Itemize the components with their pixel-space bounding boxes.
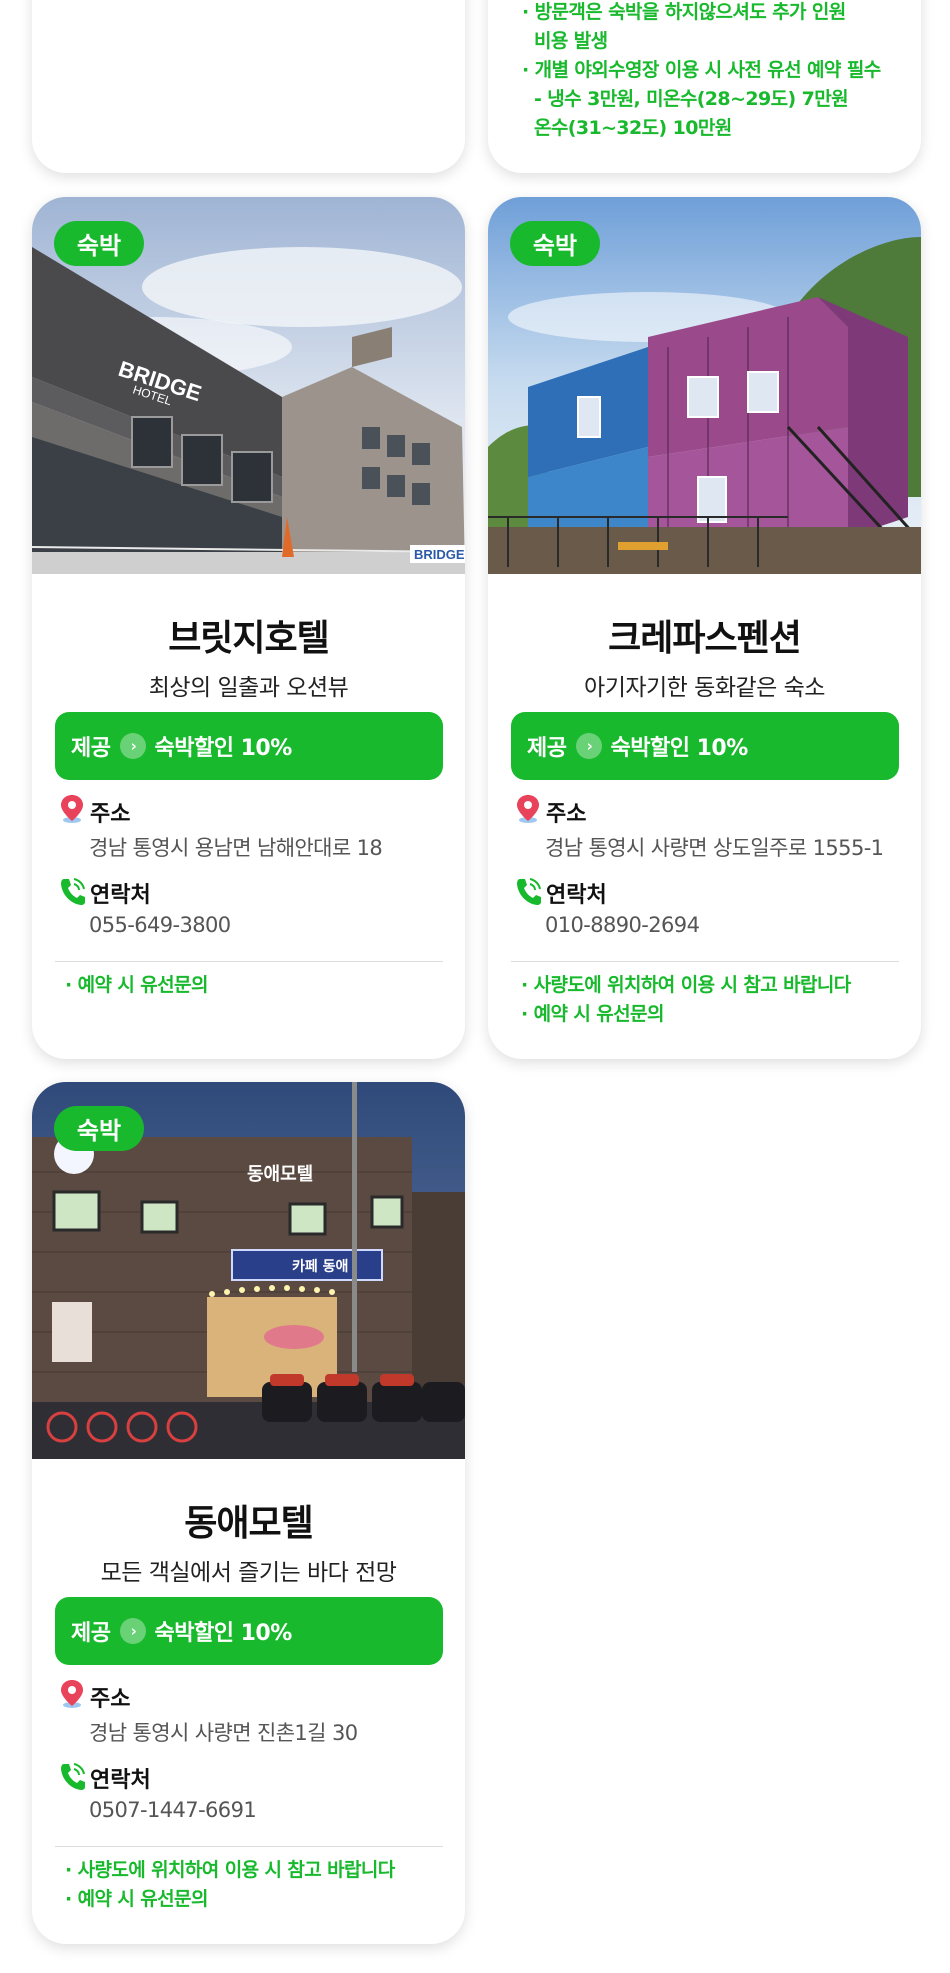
- accommodation-name: 동애모텔: [184, 1503, 313, 1544]
- note-line: · 사량도에 위치하여 이용 시 참고 바랍니다: [65, 1859, 395, 1881]
- card-notes: · 예약 시 유선문의: [65, 971, 208, 1000]
- chevron-right-icon: ›: [120, 733, 147, 759]
- phone-icon: [517, 878, 541, 905]
- contact-label: 연락처: [90, 883, 151, 908]
- address-value: 경남 통영시 용남면 남해안대로 18: [89, 836, 383, 860]
- note-line: - 냉수 3만원, 미온수(28~29도) 7만원: [534, 88, 849, 110]
- category-badge: 숙박: [510, 221, 600, 266]
- accommodation-tagline: 아기자기한 동화같은 숙소: [584, 675, 825, 701]
- svg-text:BRIDGE: BRIDGE: [414, 547, 465, 562]
- offer-banner[interactable]: 제공 › 숙박할인 10%: [511, 712, 899, 780]
- address-value: 경남 통영시 사량면 상도일주로 1555-1: [545, 836, 884, 860]
- offer-banner[interactable]: 제공 › 숙박할인 10%: [55, 1597, 443, 1665]
- phone-icon: [61, 878, 85, 905]
- accommodation-card-crepas-pension[interactable]: 숙박 크레파스펜션 아기자기한 동화같은 숙소 제공 › 숙박할인 10% 주소…: [488, 197, 921, 1059]
- note-line: · 예약 시 유선문의: [521, 1003, 664, 1025]
- address-label: 주소: [90, 802, 131, 827]
- address-value: 경남 통영시 사량면 진촌1길 30: [89, 1721, 358, 1745]
- chevron-right-icon: ›: [120, 1618, 147, 1644]
- note-line: 온수(31~32도) 10만원: [534, 117, 732, 139]
- offer-text: 숙박할인 10%: [610, 736, 748, 761]
- category-badge: 숙박: [54, 1106, 144, 1151]
- location-pin-icon: [61, 795, 83, 823]
- address-label: 주소: [90, 1687, 131, 1712]
- location-pin-icon: [61, 1680, 83, 1708]
- divider: [511, 961, 899, 962]
- accommodation-tagline: 최상의 일출과 오션뷰: [148, 675, 349, 701]
- svg-text:카페 동애: 카페 동애: [292, 1259, 348, 1275]
- info-card-partial-right: · 방문객은 숙박을 하지않으셔도 추가 인원 비용 발생 · 개별 야외수영장…: [488, 0, 921, 173]
- info-card-partial-left: [32, 0, 465, 173]
- accommodation-card-bridge-hotel[interactable]: BRIDGE HOTEL BRIDGE 숙박 브릿지호텔 최상의 일출과 오션뷰…: [32, 197, 465, 1059]
- phone-icon: [61, 1763, 85, 1790]
- accommodation-name: 브릿지호텔: [168, 618, 330, 659]
- accommodation-card-dongae-motel[interactable]: 동애모텔 카페 동애 숙박 동애모텔 모든 객실에서 즐기는 바다 전망 제공 …: [32, 1082, 465, 1944]
- offer-text: 숙박할인 10%: [154, 736, 292, 761]
- accommodation-tagline: 모든 객실에서 즐기는 바다 전망: [100, 1560, 397, 1586]
- offer-provide-label: 제공: [71, 1621, 111, 1646]
- contact-label: 연락처: [90, 1768, 151, 1793]
- note-line: · 사량도에 위치하여 이용 시 참고 바랍니다: [521, 974, 851, 996]
- note-line: · 방문객은 숙박을 하지않으셔도 추가 인원: [522, 1, 846, 23]
- category-badge: 숙박: [54, 221, 144, 266]
- accommodation-name: 크레파스펜션: [608, 618, 802, 659]
- address-label: 주소: [546, 802, 587, 827]
- chevron-right-icon: ›: [576, 733, 603, 759]
- divider: [55, 961, 443, 962]
- phone-value[interactable]: 010-8890-2694: [545, 913, 700, 937]
- pool-notes: · 방문객은 숙박을 하지않으셔도 추가 인원 비용 발생 · 개별 야외수영장…: [522, 0, 881, 143]
- note-line: · 개별 야외수영장 이용 시 사전 유선 예약 필수: [522, 59, 881, 81]
- location-pin-icon: [517, 795, 539, 823]
- motel-sign: 동애모텔: [247, 1164, 313, 1185]
- note-line: · 예약 시 유선문의: [65, 974, 208, 996]
- card-notes: · 사량도에 위치하여 이용 시 참고 바랍니다 · 예약 시 유선문의: [65, 1856, 395, 1914]
- offer-provide-label: 제공: [527, 736, 567, 761]
- phone-value[interactable]: 055-649-3800: [89, 913, 231, 937]
- note-line: · 예약 시 유선문의: [65, 1888, 208, 1910]
- note-line: 비용 발생: [534, 30, 608, 52]
- offer-text: 숙박할인 10%: [154, 1621, 292, 1646]
- offer-provide-label: 제공: [71, 736, 111, 761]
- offer-banner[interactable]: 제공 › 숙박할인 10%: [55, 712, 443, 780]
- phone-value[interactable]: 0507-1447-6691: [89, 1798, 257, 1822]
- contact-label: 연락처: [546, 883, 607, 908]
- divider: [55, 1846, 443, 1847]
- card-notes: · 사량도에 위치하여 이용 시 참고 바랍니다 · 예약 시 유선문의: [521, 971, 851, 1029]
